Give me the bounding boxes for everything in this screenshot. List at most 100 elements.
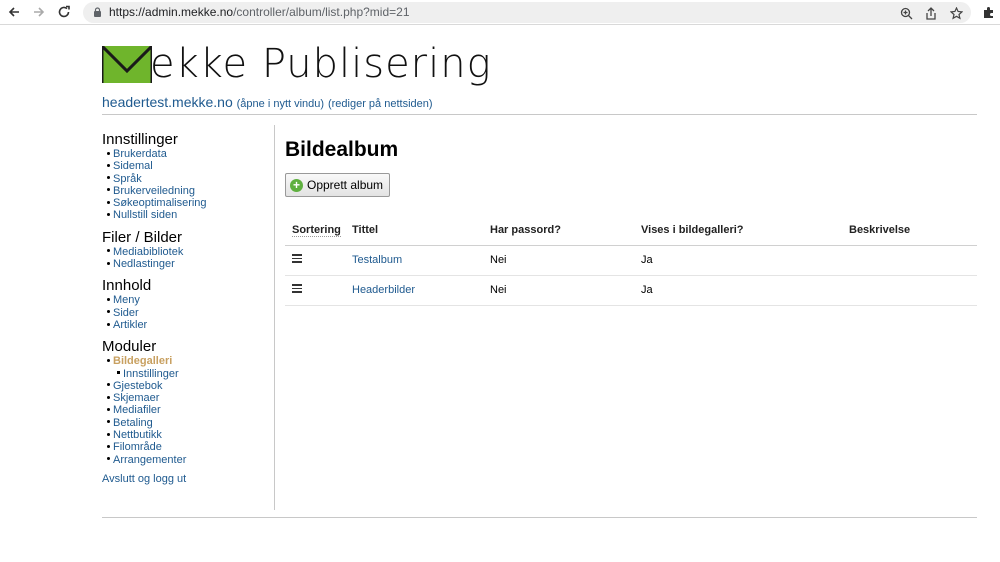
title-cell: Testalbum [345,245,483,276]
address-bar[interactable]: https://admin.mekke.no/controller/album/… [83,2,971,23]
sidebar-link[interactable]: Bildegalleri [113,355,172,367]
sidebar-item-nettbutikk[interactable]: Nettbutikk [102,429,272,441]
sidebar-subitem-innstillinger[interactable]: Innstillinger [102,368,272,380]
sidebar-item-sidemal[interactable]: Sidemal [102,160,272,172]
sidebar-item-gjestebok[interactable]: Gjestebok [102,380,272,392]
sidebar-group-moduler: Moduler Bildegalleri Innstillinger Gjest… [102,338,272,466]
sort-cell [285,275,345,306]
share-icon[interactable] [923,5,939,21]
extensions-icon[interactable] [979,3,997,21]
mekke-logo-icon [102,46,152,83]
column-header-sortering[interactable]: Sortering [285,215,345,246]
sidebar-link[interactable]: Nedlastinger [113,258,175,270]
sidebar-group-innstillinger: Innstillinger Brukerdata Sidemal Språk B… [102,131,272,222]
sidebar-link[interactable]: Brukerveiledning [113,185,195,197]
sidebar-link[interactable]: Betaling [113,417,153,429]
sidebar-item-sider[interactable]: Sider [102,307,272,319]
lock-icon [94,7,101,17]
sidebar-group-title: Filer / Bilder [102,228,183,246]
edit-on-site-link[interactable]: (rediger på nettsiden) [328,98,433,110]
main-content: Bildealbum + Opprett album Sortering Tit… [285,135,977,306]
table-row: Testalbum Nei Ja [285,245,977,276]
sidebar-group-title: Innhold [102,277,152,295]
shown-cell: Ja [634,275,842,306]
create-album-button[interactable]: + Opprett album [285,173,391,197]
sidebar-item-meny[interactable]: Meny [102,294,272,306]
sidebar-item-sprak[interactable]: Språk [102,173,272,185]
site-host-link[interactable]: headertest.mekke.no [102,94,233,110]
sort-cell [285,245,345,276]
sidebar-link[interactable]: Skjemaer [113,392,159,404]
album-title-link[interactable]: Headerbilder [352,284,415,296]
sidebar-group-title: Innstillinger [102,131,178,148]
sidebar-item-arrangementer[interactable]: Arrangementer [102,454,272,466]
sidebar-item-sokeoptimalisering[interactable]: Søkeoptimalisering [102,197,272,209]
sidebar-link[interactable]: Mediabibliotek [113,246,183,258]
sidebar-group-title: Moduler [102,338,157,356]
sidebar-link[interactable]: Meny [113,294,140,306]
logo-text: ekke Publisering [150,41,492,87]
zoom-icon[interactable] [898,5,914,21]
sidebar: Innstillinger Brukerdata Sidemal Språk B… [102,131,272,473]
shown-cell: Ja [634,245,842,276]
description-cell [842,275,977,306]
column-label: Sortering [292,223,341,237]
sidebar-item-skjemaer[interactable]: Skjemaer [102,392,272,404]
description-cell [842,245,977,276]
sidebar-item-filomrade[interactable]: Filområde [102,441,272,453]
sidebar-link[interactable]: Sidemal [113,160,153,172]
open-new-window-link[interactable]: (åpne i nytt vindu) [237,98,324,110]
sidebar-item-brukerdata[interactable]: Brukerdata [102,148,272,160]
reload-icon[interactable] [55,3,73,21]
sidebar-link[interactable]: Artikler [113,319,147,331]
sidebar-group-filer: Filer / Bilder Mediabibliotek Nedlasting… [102,229,272,271]
logo: ekke Publisering [102,42,492,87]
drag-handle-icon[interactable] [292,282,302,295]
sidebar-item-artikler[interactable]: Artikler [102,319,272,331]
bookmark-star-icon[interactable] [948,5,964,21]
column-header-tittel: Tittel [345,215,483,246]
sidebar-link[interactable]: Språk [113,173,142,185]
sidebar-item-betaling[interactable]: Betaling [102,417,272,429]
page-title: Bildealbum [285,138,399,161]
sidebar-link[interactable]: Sider [113,307,139,319]
sidebar-link[interactable]: Innstillinger [123,368,179,380]
sidebar-link[interactable]: Brukerdata [113,148,167,160]
sidebar-item-nullstill[interactable]: Nullstill siden [102,209,272,221]
column-header-passord: Har passord? [483,215,634,246]
logout: Avslutt og logg ut [102,473,186,485]
add-circle-icon: + [290,178,303,192]
sidebar-link[interactable]: Mediafiler [113,404,161,416]
album-table: Sortering Tittel Har passord? Vises i bi… [285,215,977,306]
album-title-link[interactable]: Testalbum [352,254,402,266]
password-cell: Nei [483,245,634,276]
column-header-vises: Vises i bildegalleri? [634,215,842,246]
table-header-row: Sortering Tittel Har passord? Vises i bi… [285,215,977,246]
logout-link[interactable]: Avslutt og logg ut [102,473,186,485]
sidebar-link[interactable]: Søkeoptimalisering [113,197,207,209]
url-text: https://admin.mekke.no/controller/album/… [109,5,410,19]
sidebar-divider [274,125,275,510]
site-info: headertest.mekke.no (åpne i nytt vindu) … [102,94,433,110]
forward-icon[interactable] [30,3,48,21]
column-header-beskrivelse: Beskrivelse [842,215,977,246]
sidebar-item-mediabibliotek[interactable]: Mediabibliotek [102,246,272,258]
sidebar-item-mediafiler[interactable]: Mediafiler [102,404,272,416]
sidebar-link[interactable]: Filområde [113,441,162,453]
sidebar-item-nedlastinger[interactable]: Nedlastinger [102,258,272,270]
drag-handle-icon[interactable] [292,252,302,265]
sidebar-link[interactable]: Gjestebok [113,380,163,392]
sidebar-link[interactable]: Nullstill siden [113,209,177,221]
sidebar-link[interactable]: Nettbutikk [113,429,162,441]
back-icon[interactable] [5,3,23,21]
footer-divider [102,517,977,518]
sidebar-item-brukerveiledning[interactable]: Brukerveiledning [102,185,272,197]
sidebar-item-bildegalleri[interactable]: Bildegalleri [102,355,272,367]
sidebar-group-innhold: Innhold Meny Sider Artikler [102,277,272,331]
table-row: Headerbilder Nei Ja [285,275,977,306]
browser-toolbar: https://admin.mekke.no/controller/album/… [0,0,1000,25]
title-cell: Headerbilder [345,275,483,306]
sidebar-link[interactable]: Arrangementer [113,454,186,466]
password-cell: Nei [483,275,634,306]
create-album-label: Opprett album [307,178,384,192]
